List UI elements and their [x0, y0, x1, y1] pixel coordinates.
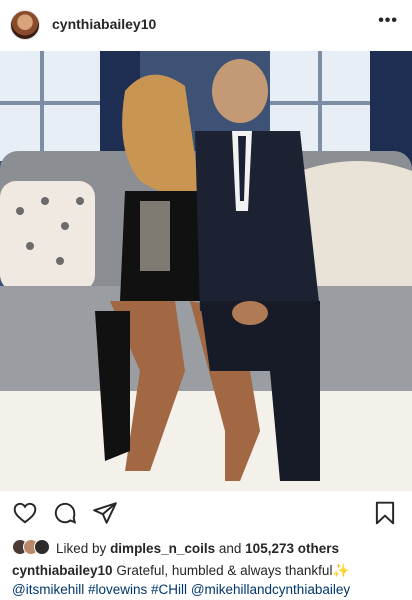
send-icon[interactable] [92, 500, 118, 526]
comment-icon[interactable] [52, 500, 78, 526]
heart-icon[interactable] [12, 500, 38, 526]
caption-username[interactable]: cynthiabailey10 [12, 563, 113, 578]
caption-text: Grateful, humbled & always thankful [116, 563, 333, 578]
post-header: cynthiabailey10 ••• [0, 0, 412, 50]
avatar[interactable] [10, 10, 40, 40]
liker-avatar [34, 539, 50, 555]
likes-count[interactable]: 105,273 others [245, 541, 339, 556]
caption-tag[interactable]: #lovewins [88, 582, 147, 597]
caption-tag[interactable]: @mikehillandcynthiabailey [191, 582, 350, 597]
likes-summary: Liked by dimples_n_coils and 105,273 oth… [12, 538, 339, 558]
likes-prefix: Liked by [56, 540, 107, 556]
post-caption: cynthiabailey10 Grateful, humbled & alwa… [12, 561, 406, 599]
bookmark-icon[interactable] [372, 500, 398, 526]
post-actions [0, 498, 412, 530]
post-username[interactable]: cynthiabailey10 [52, 16, 156, 32]
caption-tag[interactable]: @itsmikehill [12, 582, 84, 597]
liker-avatars[interactable] [12, 539, 50, 557]
sparkle-emoji: ✨ [332, 563, 350, 578]
liker-username[interactable]: dimples_n_coils [110, 541, 215, 556]
post-photo[interactable] [0, 51, 412, 491]
likes-and: and [218, 540, 242, 556]
more-horizontal-icon[interactable]: ••• [378, 12, 398, 30]
caption-tag[interactable]: #CHill [151, 582, 187, 597]
